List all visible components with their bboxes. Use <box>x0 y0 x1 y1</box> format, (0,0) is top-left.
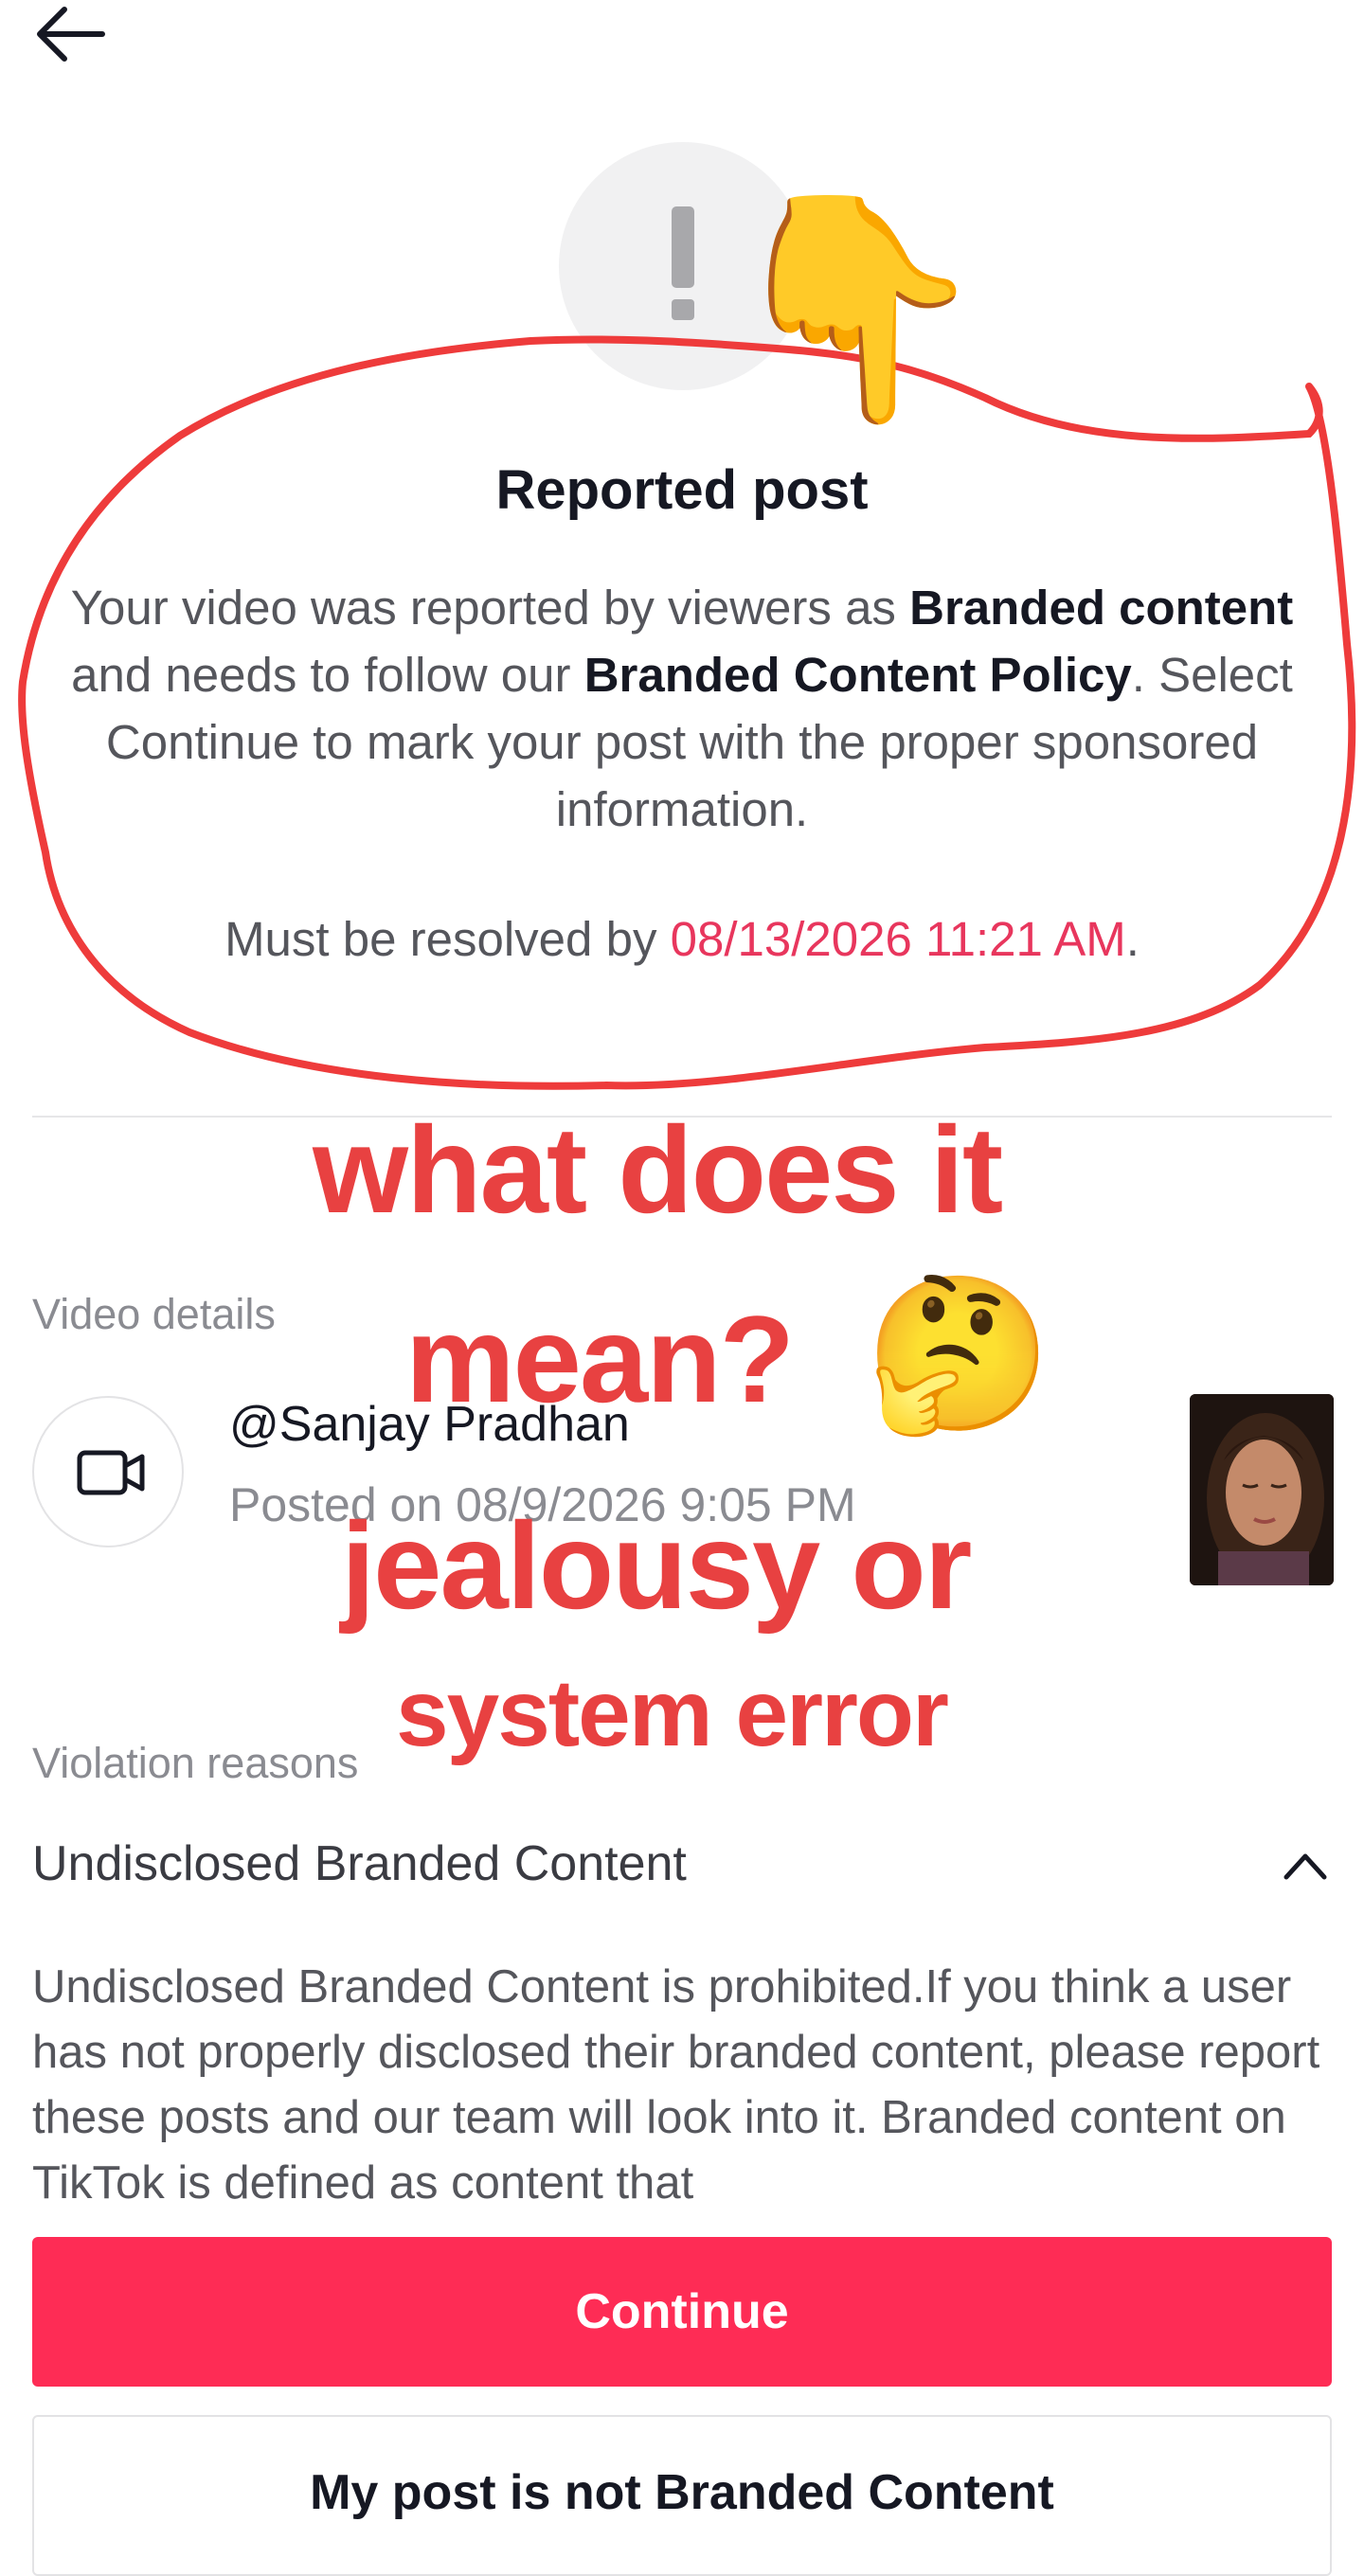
violation-description: Undisclosed Branded Content is prohibite… <box>32 1961 1320 2209</box>
deadline-date: 08/13/2026 11:21 AM <box>670 912 1126 966</box>
thinking-face-emoji: 🤔 <box>864 1269 1053 1439</box>
video-username: @Sanjay Pradhan <box>229 1397 630 1452</box>
caption-line-1: what does it <box>313 1100 1003 1239</box>
page-title: Reported post <box>495 459 869 521</box>
branded-content-term: Branded content <box>909 581 1294 635</box>
exclamation-icon <box>672 206 694 288</box>
exclamation-dot <box>672 299 694 320</box>
violation-reason-title[interactable]: Undisclosed Branded Content <box>32 1835 687 1892</box>
video-details-label: Video details <box>32 1290 276 1338</box>
caption-line-4: system error <box>396 1660 949 1766</box>
arrow-left-icon <box>37 7 105 62</box>
violation-reasons-label: Violation reasons <box>32 1739 359 1787</box>
branded-content-policy-link[interactable]: Branded Content Policy <box>584 648 1132 702</box>
back-button[interactable] <box>32 4 108 64</box>
video-thumbnail[interactable] <box>1190 1394 1334 1585</box>
divider <box>32 1116 1332 1118</box>
thumbnail-image <box>1190 1394 1334 1585</box>
not-branded-button[interactable]: My post is not Branded Content <box>32 2415 1332 2576</box>
chevron-up-icon <box>1283 1853 1327 1880</box>
resolve-deadline: Must be resolved by 08/13/2026 11:21 AM. <box>224 912 1140 966</box>
video-posted-date: Posted on 08/9/2026 9:05 PM <box>229 1478 856 1531</box>
video-icon-badge <box>32 1396 184 1547</box>
collapse-button[interactable] <box>1281 1847 1330 1885</box>
notice-description: Your video was reported by viewers as Br… <box>70 581 1294 836</box>
continue-button[interactable]: Continue <box>32 2237 1332 2387</box>
video-camera-icon <box>77 1450 145 1495</box>
